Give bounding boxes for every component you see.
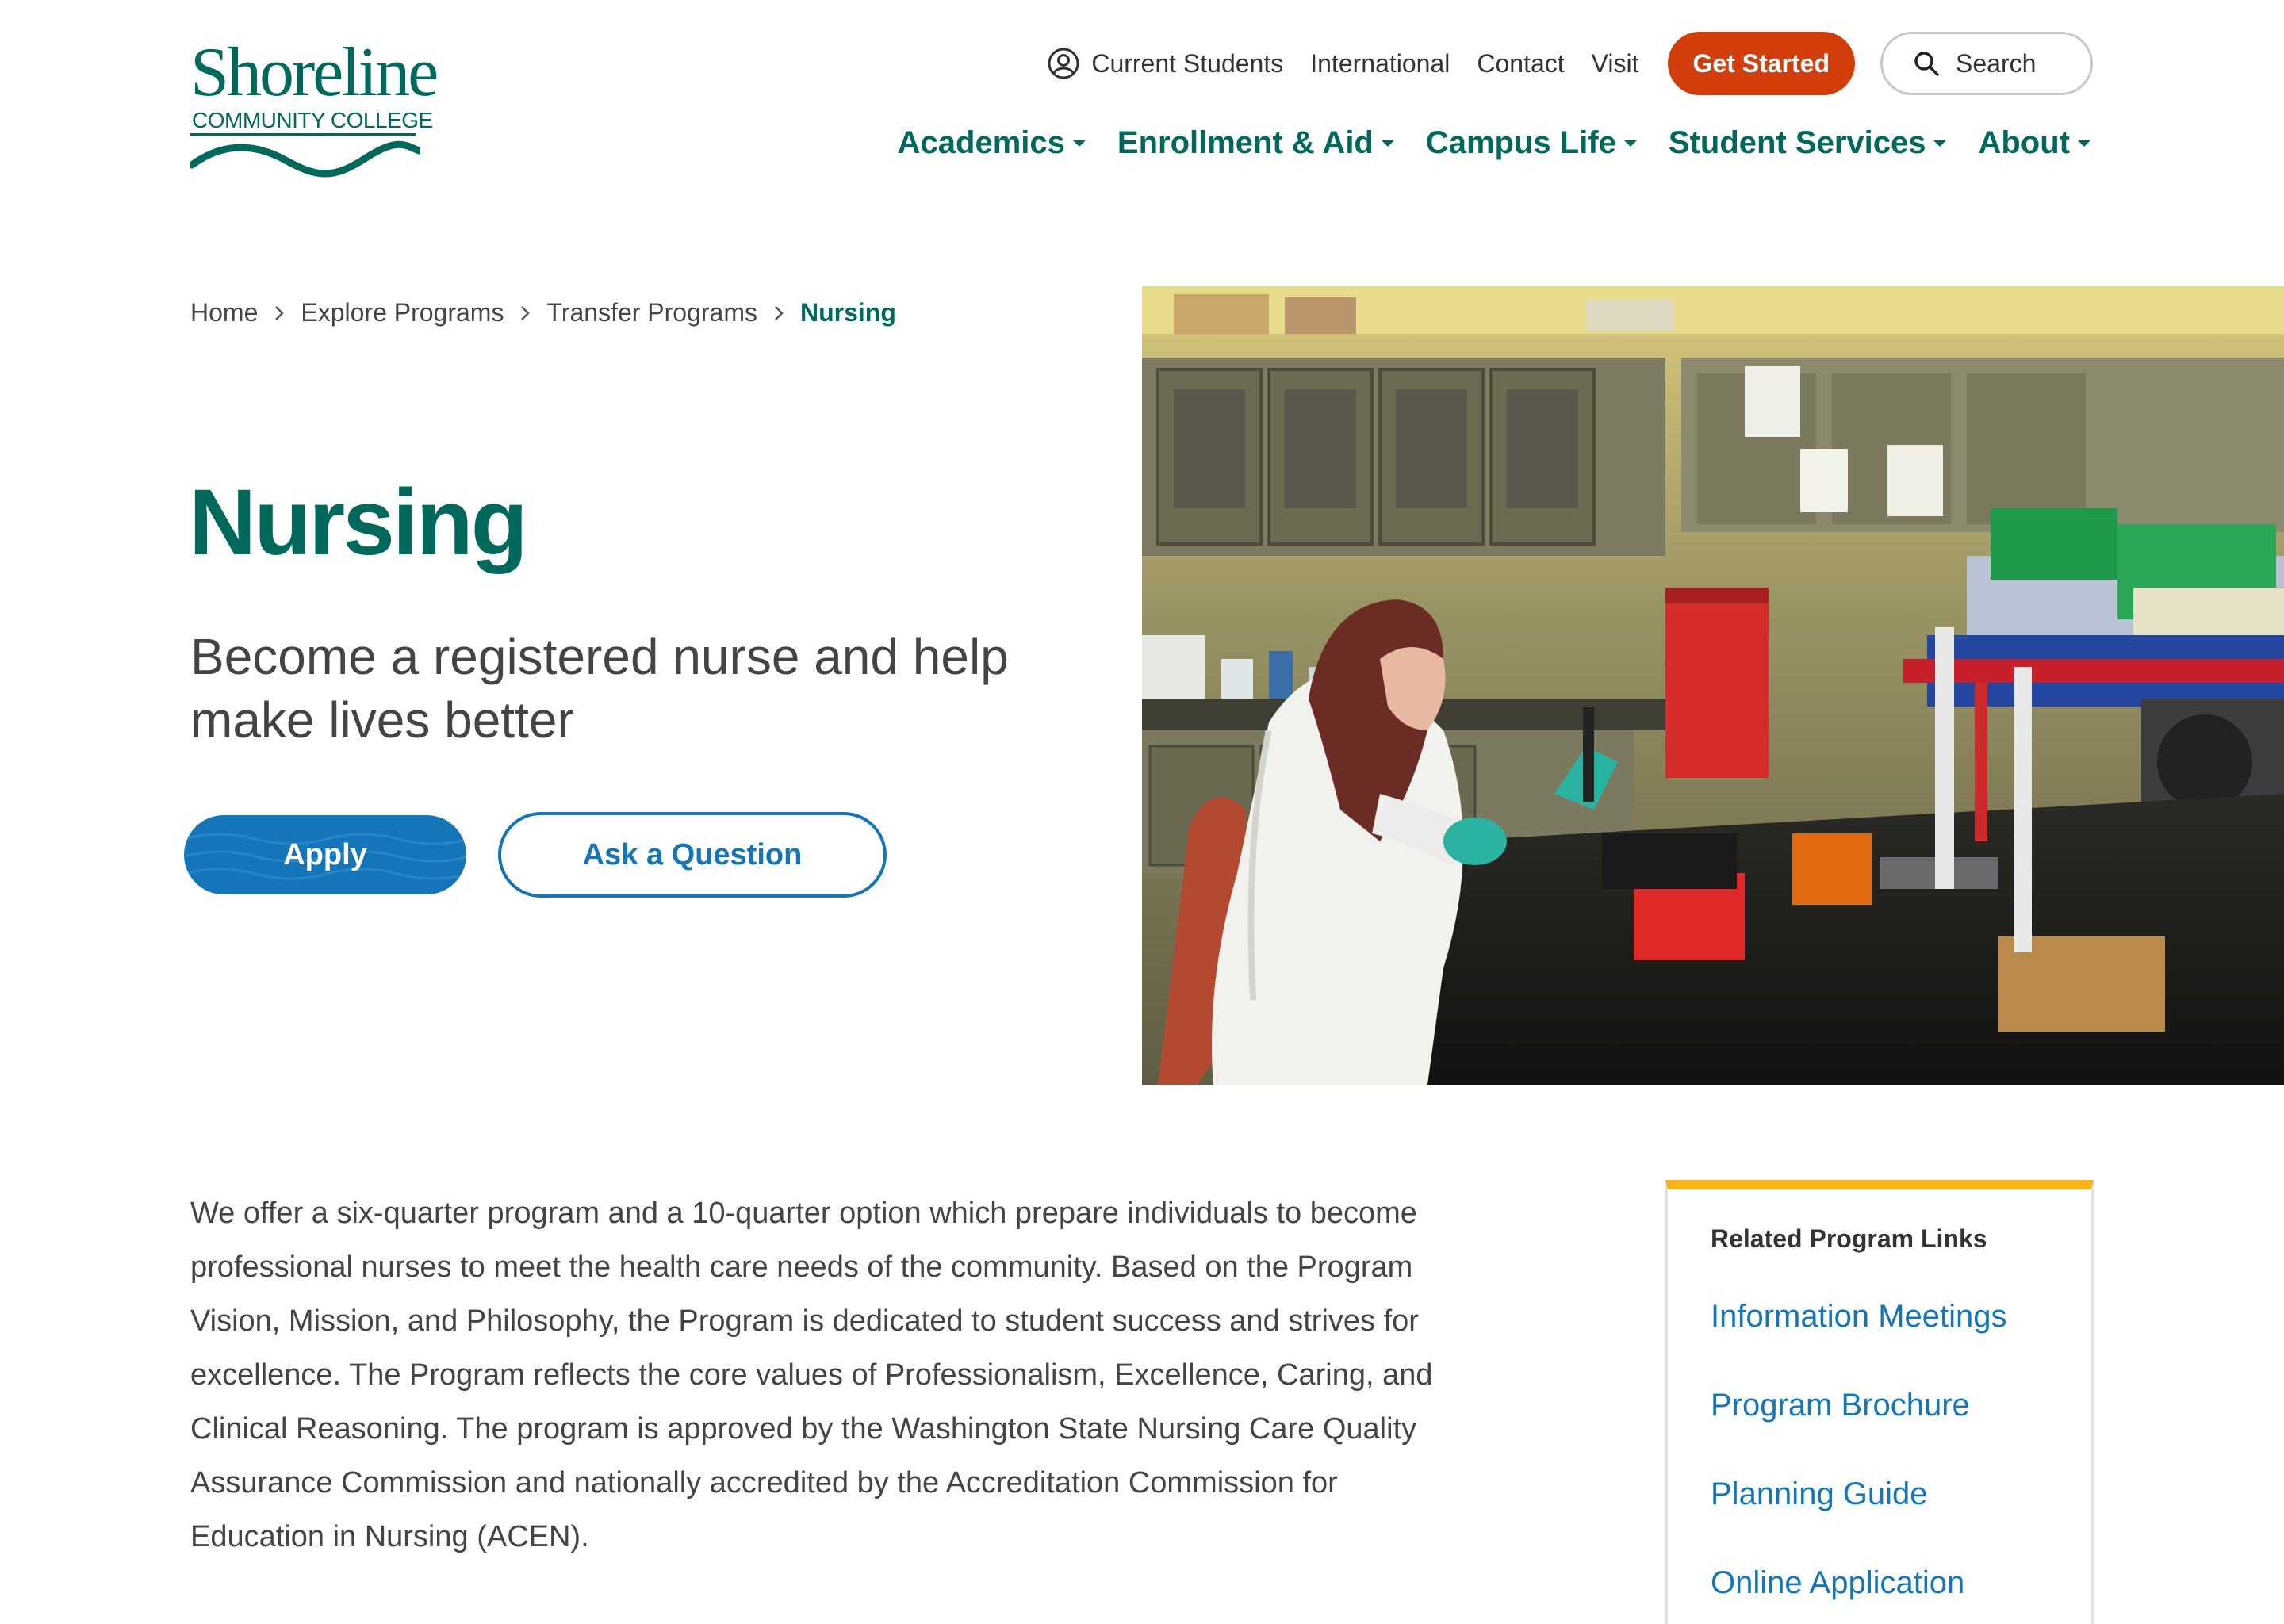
- breadcrumb-current: Nursing: [800, 298, 896, 327]
- nav-academics[interactable]: Academics: [898, 125, 1087, 161]
- related-links-panel: Related Program Links Information Meetin…: [1665, 1180, 2094, 1624]
- logo-rule: [190, 133, 416, 136]
- breadcrumb-transfer-programs[interactable]: Transfer Programs: [546, 298, 757, 327]
- visit-link[interactable]: Visit: [1592, 49, 1639, 79]
- hero-image: [1142, 286, 2284, 1085]
- ask-question-button[interactable]: Ask a Question: [498, 812, 887, 898]
- nav-about-label: About: [1978, 125, 2070, 160]
- link-information-meetings[interactable]: Information Meetings: [1711, 1299, 2007, 1388]
- link-planning-guide[interactable]: Planning Guide: [1711, 1477, 2007, 1565]
- utility-nav: Current Students International Contact V…: [1047, 32, 2093, 95]
- chevron-right-icon: [274, 304, 285, 322]
- chevron-right-icon: [519, 304, 531, 322]
- logo-wordmark: Shoreline: [190, 34, 439, 111]
- college-logo[interactable]: Shoreline COMMUNITY COLLEGE: [190, 38, 439, 189]
- hero-tagline: Become a registered nurse and help make …: [190, 628, 1009, 749]
- nav-about[interactable]: About: [1978, 125, 2092, 161]
- page-title: Nursing: [189, 470, 528, 575]
- nav-student-services-label: Student Services: [1668, 125, 1926, 160]
- main-nav: Academics Enrollment & Aid Campus Life S…: [868, 125, 2092, 161]
- related-links-list: Information Meetings Program Brochure Pl…: [1711, 1299, 2007, 1624]
- related-links-title: Related Program Links: [1711, 1224, 1987, 1253]
- nav-student-services[interactable]: Student Services: [1669, 125, 1949, 161]
- nav-academics-label: Academics: [897, 125, 1065, 160]
- search-icon: [1913, 50, 1940, 77]
- nav-enrollment-aid-label: Enrollment & Aid: [1117, 125, 1374, 160]
- caret-down-icon: [2076, 139, 2092, 148]
- international-link[interactable]: International: [1310, 49, 1450, 79]
- breadcrumb-home[interactable]: Home: [190, 298, 258, 327]
- current-students-label: Current Students: [1091, 48, 1284, 78]
- nav-campus-life[interactable]: Campus Life: [1426, 125, 1638, 161]
- caret-down-icon: [1623, 139, 1638, 148]
- breadcrumb-explore-programs[interactable]: Explore Programs: [301, 298, 504, 327]
- breadcrumb: Home Explore Programs Transfer Programs …: [190, 298, 896, 327]
- logo-wave-icon: [190, 140, 420, 178]
- contact-link[interactable]: Contact: [1477, 49, 1564, 79]
- current-students-link[interactable]: Current Students: [1047, 47, 1283, 80]
- caret-down-icon: [1071, 139, 1087, 148]
- caret-down-icon: [1932, 139, 1948, 148]
- caret-down-icon: [1380, 139, 1396, 148]
- apply-label: Apply: [283, 837, 367, 871]
- search-input[interactable]: Search: [1880, 32, 2093, 95]
- user-circle-icon: [1047, 47, 1080, 80]
- nav-campus-life-label: Campus Life: [1425, 125, 1616, 160]
- get-started-button[interactable]: Get Started: [1667, 32, 1855, 95]
- logo-subtitle: COMMUNITY COLLEGE: [192, 108, 433, 132]
- nav-enrollment-aid[interactable]: Enrollment & Aid: [1117, 125, 1396, 161]
- link-program-brochure[interactable]: Program Brochure: [1711, 1388, 2007, 1477]
- chevron-right-icon: [773, 304, 784, 322]
- link-online-application[interactable]: Online Application: [1711, 1565, 2007, 1624]
- apply-button[interactable]: Apply: [184, 815, 466, 894]
- search-placeholder: Search: [1956, 48, 2037, 78]
- program-description: We offer a six-quarter program and a 10-…: [190, 1197, 1433, 1553]
